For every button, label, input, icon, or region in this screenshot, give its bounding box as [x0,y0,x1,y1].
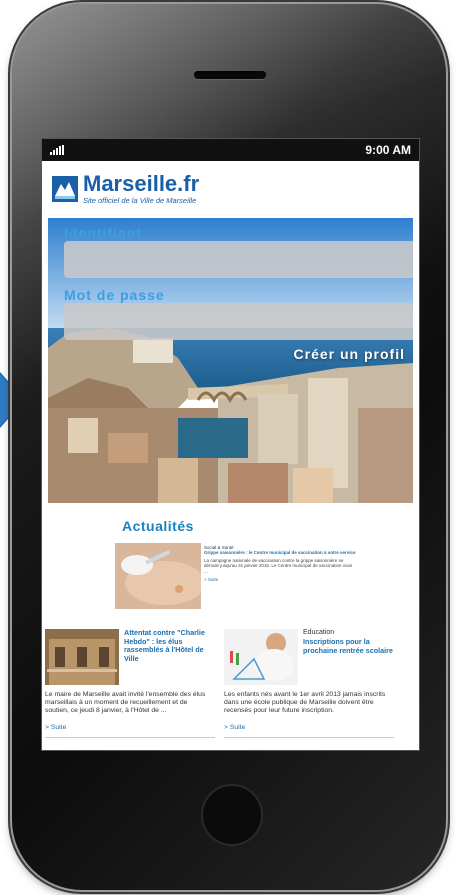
password-label: Mot de passe [64,287,165,303]
speaker-grille [194,71,266,79]
phone-frame: 9:00 AM Marseille.fr Site officiel de la… [12,4,446,890]
news-charlie-excerpt: Le maire de Marseille avait invité l'ens… [45,691,206,715]
identifiant-input[interactable] [64,241,413,278]
news-divider [224,737,394,738]
featured-excerpt: La campagne nationale de vaccination con… [204,557,353,574]
hotel-de-ville-photo [45,629,119,685]
featured-more-link[interactable]: > Suite [204,577,356,582]
marseille-logo-icon [52,176,78,202]
news-education-title[interactable]: Inscriptions pour la prochaine rentrée s… [303,637,393,655]
create-profile-link[interactable]: Créer un profil [294,346,405,362]
news-section-title: Actualités [122,518,194,534]
vaccination-photo [115,543,201,609]
site-header[interactable]: Marseille.fr Site officiel de la Ville d… [42,161,419,209]
home-button[interactable] [201,784,263,846]
identifiant-label: Identifiant [64,225,142,241]
child-drawing-photo [224,629,298,685]
site-subtitle: Site officiel de la Ville de Marseille [83,196,197,205]
status-bar: 9:00 AM [42,139,419,161]
news-charlie-more-link[interactable]: > Suite [45,724,66,731]
password-input[interactable] [64,303,413,340]
site-title: Marseille.fr [83,171,200,196]
status-time: 9:00 AM [365,143,411,157]
login-hero: Identifiant Mot de passe Créer un profil [48,218,413,503]
signal-bars-icon [50,145,64,155]
news-charlie-title[interactable]: Attentat contre "Charlie Hebdo" : les él… [124,628,214,663]
news-divider [45,737,215,738]
featured-news-item[interactable]: Social & Santé Grippe saisonnière : le C… [115,543,356,609]
phone-screen: 9:00 AM Marseille.fr Site officiel de la… [41,138,420,751]
featured-title[interactable]: Grippe saisonnière : le Centre municipal… [204,550,356,555]
news-education-excerpt: Les enfants nés avant le 1er avril 2013 … [224,691,386,715]
news-education-category: Education [303,629,335,636]
news-education-more-link[interactable]: > Suite [224,724,245,731]
